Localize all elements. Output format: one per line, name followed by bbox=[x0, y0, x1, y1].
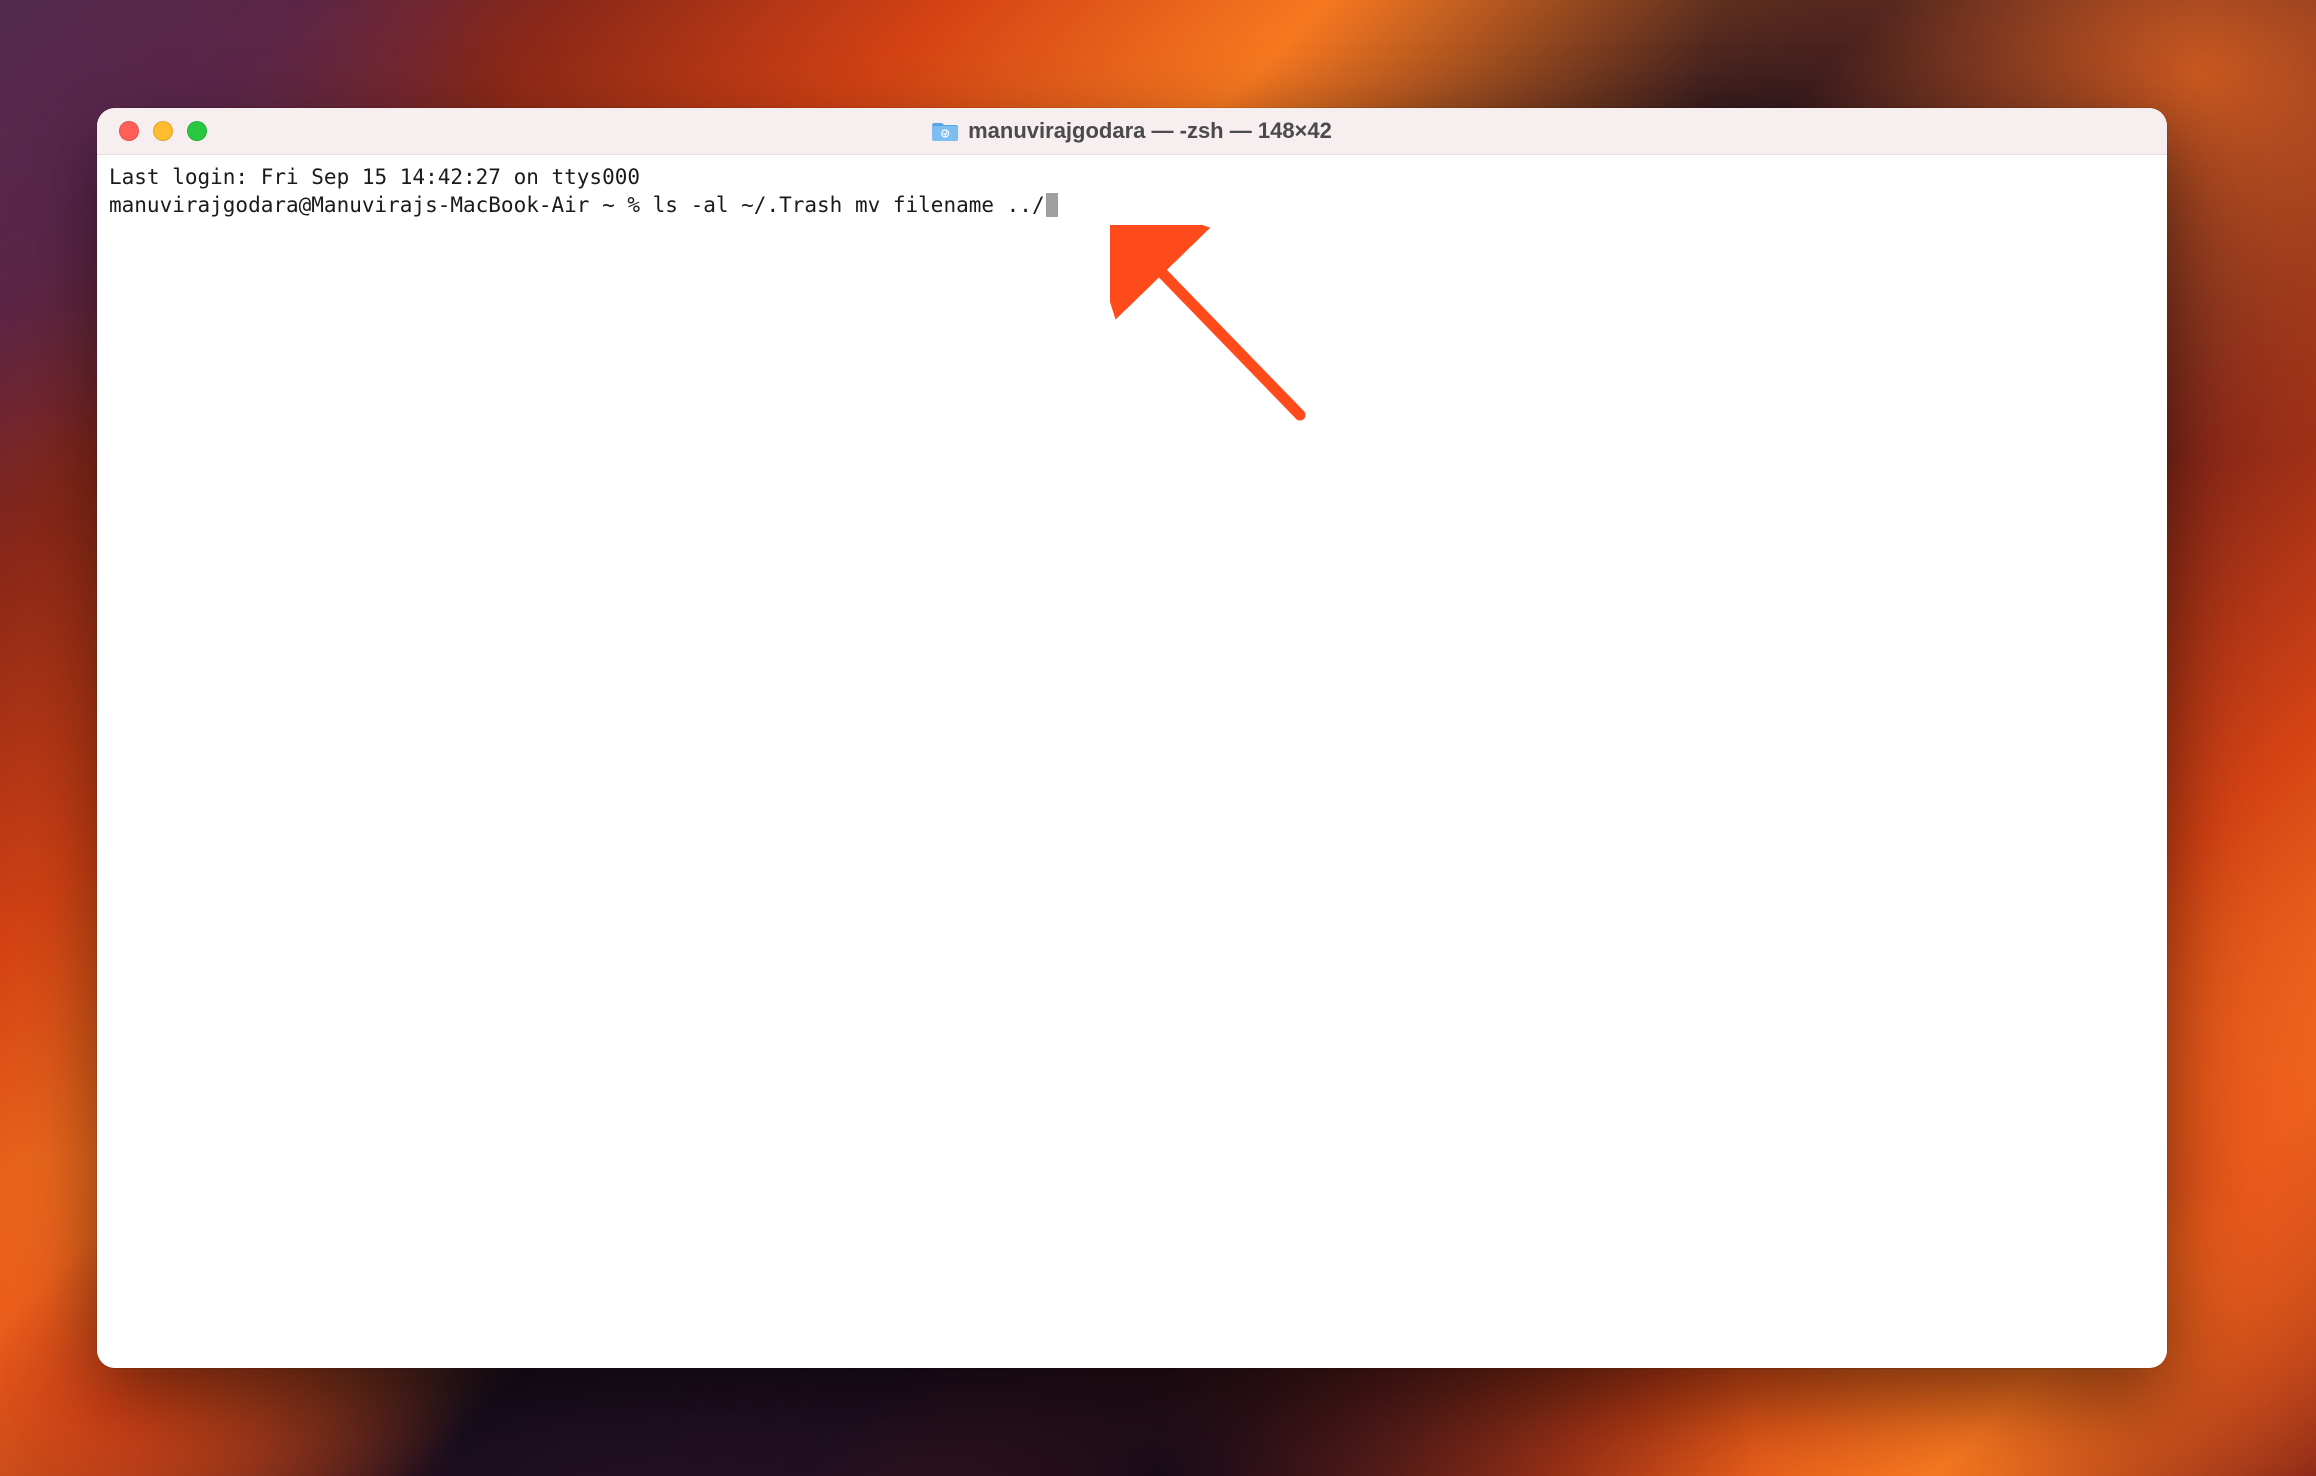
traffic-lights-group bbox=[97, 121, 207, 141]
window-titlebar[interactable]: manuvirajgodara — -zsh — 148×42 bbox=[97, 108, 2167, 155]
last-login-line: Last login: Fri Sep 15 14:42:27 on ttys0… bbox=[109, 163, 2155, 191]
terminal-window: manuvirajgodara — -zsh — 148×42 Last log… bbox=[97, 108, 2167, 1368]
zoom-button[interactable] bbox=[187, 121, 207, 141]
close-button[interactable] bbox=[119, 121, 139, 141]
terminal-cursor bbox=[1046, 193, 1058, 217]
minimize-button[interactable] bbox=[153, 121, 173, 141]
command-input[interactable]: ls -al ~/.Trash mv filename ../ bbox=[653, 193, 1045, 217]
terminal-content-area[interactable]: Last login: Fri Sep 15 14:42:27 on ttys0… bbox=[97, 155, 2167, 1368]
shell-prompt: manuvirajgodara@Manuvirajs-MacBook-Air ~… bbox=[109, 193, 653, 217]
prompt-line: manuvirajgodara@Manuvirajs-MacBook-Air ~… bbox=[109, 191, 2155, 219]
folder-icon bbox=[932, 120, 958, 142]
window-title: manuvirajgodara — -zsh — 148×42 bbox=[968, 118, 1332, 144]
window-title-group: manuvirajgodara — -zsh — 148×42 bbox=[932, 118, 1332, 144]
